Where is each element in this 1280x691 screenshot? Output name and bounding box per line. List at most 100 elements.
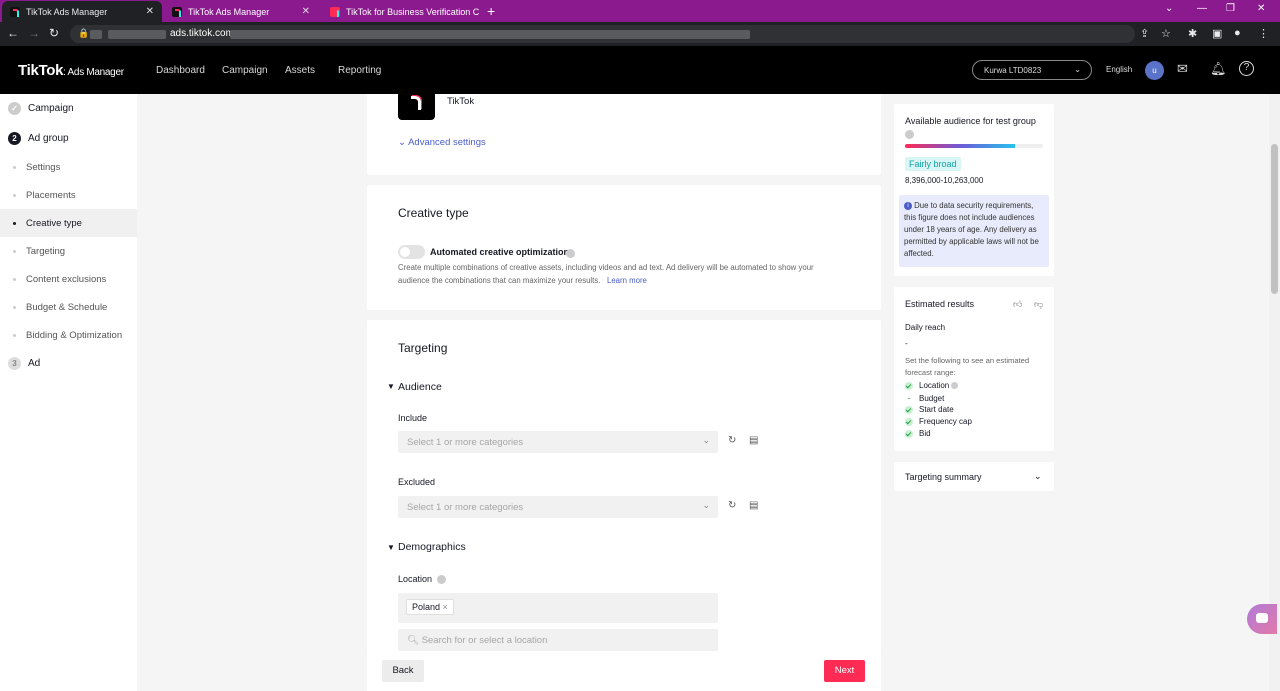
logo-subtext: : Ads Manager — [63, 67, 124, 78]
document-icon[interactable]: ▤ — [749, 500, 758, 511]
double-chevron-down-icon[interactable]: ⌄ — [1034, 471, 1042, 482]
close-icon[interactable]: ✕ — [302, 6, 310, 17]
sidebar-item-content-exclusions[interactable]: Content exclusions — [0, 265, 137, 293]
share-icon[interactable]: ⇪ — [1140, 27, 1149, 40]
back-button[interactable]: Back — [382, 660, 424, 682]
location-search-input[interactable]: 🔍︎ Search for or select a location — [398, 629, 718, 651]
include-select[interactable]: Select 1 or more categories ⌄ — [398, 431, 718, 453]
sidebar-item-bidding-optimization[interactable]: Bidding & Optimization — [0, 321, 137, 349]
search-icon: 🔍︎ — [407, 635, 420, 646]
automated-creative-toggle[interactable] — [398, 245, 425, 259]
audience-title: Available audience for test group — [905, 116, 1036, 126]
nav-campaign[interactable]: Campaign — [222, 65, 268, 76]
browser-tabstrip: TikTok Ads Manager ✕ TikTok Ads Manager … — [0, 0, 1280, 22]
location-chip: Poland × — [406, 599, 454, 615]
chat-support-button[interactable] — [1247, 604, 1277, 634]
list-item: Bid — [905, 428, 972, 440]
back-icon[interactable]: ← — [7, 26, 19, 40]
location-field[interactable]: Poland × — [398, 593, 718, 623]
footer-bar: Back Next — [367, 651, 881, 691]
avatar[interactable]: u — [1145, 61, 1164, 80]
browser-tab[interactable]: TikTok Ads Manager ✕ — [2, 1, 162, 22]
sidebar-item-adgroup[interactable]: 2 Ad group — [0, 124, 137, 152]
sidebar-item-placements[interactable]: Placements — [0, 181, 137, 209]
refresh-icon[interactable]: ↻ — [728, 435, 736, 446]
mail-icon[interactable]: ✉ — [1177, 61, 1188, 77]
info-icon[interactable] — [566, 249, 575, 258]
next-button[interactable]: Next — [824, 660, 865, 682]
tab-title: TikTok for Business Verification C — [346, 6, 480, 17]
nav-reporting[interactable]: Reporting — [338, 65, 381, 76]
info-icon[interactable] — [905, 130, 914, 139]
learn-more-link[interactable]: Learn more — [607, 276, 647, 285]
info-icon[interactable] — [437, 575, 446, 584]
maximize-icon[interactable]: ❐ — [1226, 3, 1235, 14]
nav-dashboard[interactable]: Dashboard — [156, 65, 205, 76]
creative-type-card: Creative type Automated creative optimiz… — [367, 185, 881, 310]
refresh-icon[interactable]: ↻ — [728, 500, 736, 511]
sidebar-item-settings[interactable]: Settings — [0, 153, 137, 181]
excluded-label: Excluded — [398, 477, 436, 487]
reload-icon[interactable]: ↻ — [49, 26, 59, 40]
forward-icon[interactable]: → — [28, 26, 40, 40]
extensions-icon[interactable]: ✱ — [1188, 27, 1197, 40]
browser-tab[interactable]: TikTok for Business Verification C ✕ — [322, 1, 482, 22]
tab-search-icon[interactable]: ⌄ — [1165, 3, 1173, 14]
tiktok-business-favicon-icon — [330, 6, 340, 17]
sidebar-item-label: Budget & Schedule — [26, 301, 108, 313]
close-icon[interactable]: ✕ — [146, 6, 154, 17]
page-scrollbar[interactable] — [1269, 94, 1280, 691]
checkmark-icon: ✓ — [8, 101, 21, 115]
sidebar-item-label: Content exclusions — [26, 273, 107, 285]
sidebar-item-label: Bidding & Optimization — [26, 329, 123, 341]
sidebar-item-targeting[interactable]: Targeting — [0, 237, 137, 265]
browser-tab[interactable]: TikTok Ads Manager ✕ — [164, 1, 318, 22]
document-icon[interactable]: ▤ — [749, 435, 758, 446]
audience-heading[interactable]: Audience — [398, 381, 442, 393]
demographics-heading[interactable]: Demographics — [398, 541, 466, 553]
section-title: Creative type — [398, 206, 469, 220]
close-window-icon[interactable]: ✕ — [1257, 3, 1265, 14]
url-field[interactable]: 🔒 ads.tiktok.com — [70, 25, 1135, 43]
excluded-select[interactable]: Select 1 or more categories ⌄ — [398, 496, 718, 518]
list-item-label: Start date — [919, 405, 954, 414]
help-icon[interactable]: ? — [1239, 61, 1254, 76]
caret-down-icon[interactable]: ▼ — [387, 543, 395, 552]
info-icon[interactable] — [951, 382, 959, 390]
toggle-label: Automated creative optimization — [430, 247, 570, 257]
account-selector[interactable]: Kurwa LTD0823 ⌄ — [972, 60, 1092, 80]
list-item-label: Bid — [919, 429, 931, 438]
identity-name: TikTok — [447, 96, 475, 107]
remove-chip-icon[interactable]: × — [443, 602, 448, 612]
minimize-icon[interactable]: — — [1197, 3, 1207, 14]
sidebar-item-campaign[interactable]: ✓ Campaign — [0, 94, 137, 122]
advanced-settings-label: Advanced settings — [408, 137, 486, 148]
redacted-text — [230, 30, 750, 39]
caret-down-icon[interactable]: ▼ — [387, 382, 395, 391]
thumbs-up-icon[interactable]: 👍︎ — [1013, 299, 1022, 310]
sidebar-item-creative-type[interactable]: Creative type — [0, 209, 137, 237]
bell-icon[interactable]: 🔔︎ — [1210, 61, 1227, 77]
bookmark-star-icon[interactable]: ☆ — [1161, 27, 1171, 40]
advanced-settings-link[interactable]: ⌄ Advanced settings — [398, 137, 486, 148]
notice-box: i Due to data security requirements, thi… — [899, 195, 1049, 267]
language-selector[interactable]: English — [1106, 65, 1132, 74]
tiktok-ads-logo[interactable]: TikTok: Ads Manager — [18, 62, 124, 79]
new-tab-icon[interactable]: + — [487, 3, 495, 19]
daily-reach-value: - — [905, 339, 908, 348]
available-audience-card: Available audience for test group Fairly… — [894, 104, 1054, 276]
sidebar-item-label: Targeting — [26, 245, 66, 257]
thumbs-down-icon[interactable]: 👎︎ — [1034, 299, 1043, 310]
nav-assets[interactable]: Assets — [285, 65, 315, 76]
list-item-label: Frequency cap — [919, 417, 972, 426]
sidepanel-icon[interactable]: ▣ — [1212, 27, 1222, 40]
menu-kebab-icon[interactable]: ⋮ — [1258, 27, 1269, 40]
targeting-summary-card[interactable]: Targeting summary ⌄ — [894, 462, 1054, 491]
estimated-results-card: Estimated results 👍︎ 👎︎ Daily reach - Se… — [894, 287, 1054, 451]
profile-icon[interactable]: ● — [1234, 27, 1241, 39]
select-placeholder: Select 1 or more categories — [407, 437, 524, 448]
double-chevron-down-icon: ⌄ — [398, 137, 406, 148]
list-item: Location — [905, 380, 972, 392]
sidebar-item-budget-schedule[interactable]: Budget & Schedule — [0, 293, 137, 321]
sidebar-item-ad[interactable]: 3 Ad — [0, 349, 137, 377]
